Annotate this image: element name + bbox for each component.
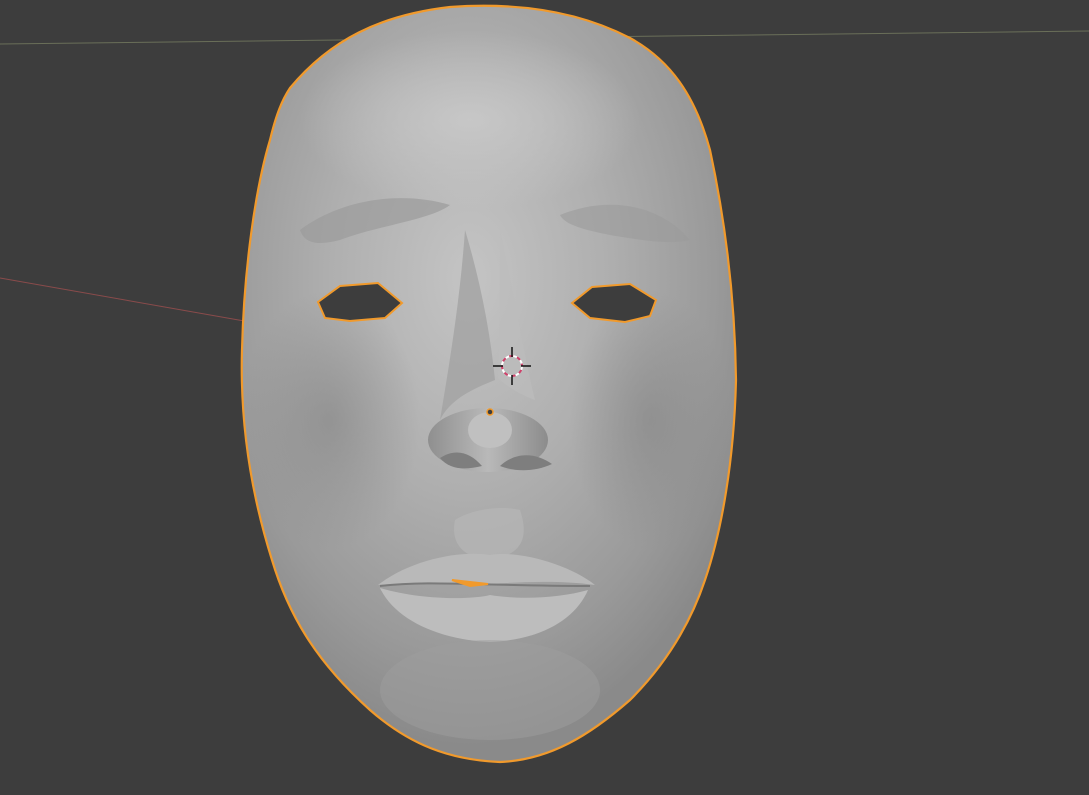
object-origin-icon[interactable] (486, 408, 494, 416)
face-mesh[interactable] (240, 4, 738, 764)
3d-viewport[interactable] (0, 0, 1089, 795)
viewport-canvas[interactable] (0, 0, 1089, 795)
x-axis-line (0, 277, 251, 323)
